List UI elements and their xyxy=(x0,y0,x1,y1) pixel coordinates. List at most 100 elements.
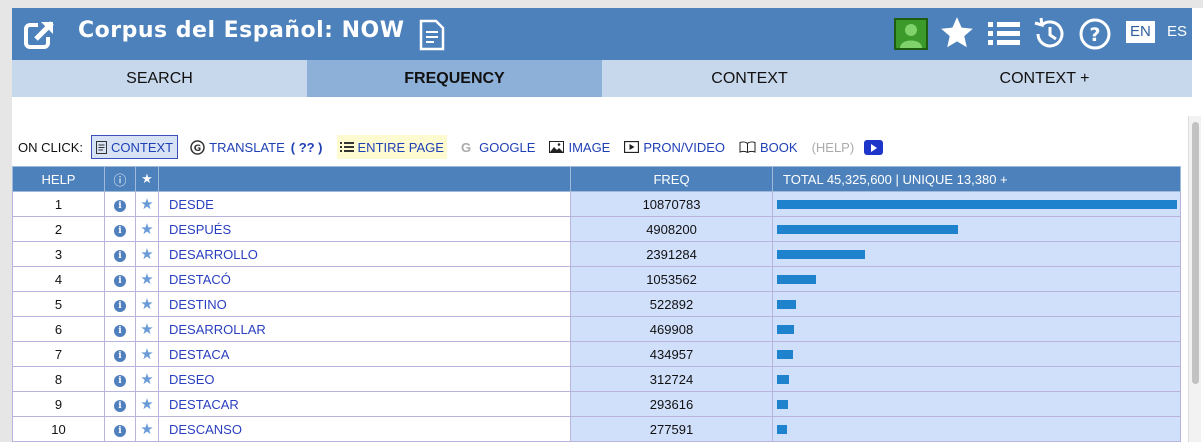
star-icon[interactable]: ★ xyxy=(140,371,153,388)
row-info-cell[interactable]: i xyxy=(104,216,136,242)
row-word-link[interactable]: DESDE xyxy=(158,191,571,217)
info-icon[interactable]: i xyxy=(114,275,126,287)
row-word-link[interactable]: DESARROLLO xyxy=(158,241,571,267)
row-star-cell[interactable]: ★ xyxy=(135,316,159,342)
row-star-cell[interactable]: ★ xyxy=(135,391,159,417)
row-star-cell[interactable]: ★ xyxy=(135,216,159,242)
info-icon[interactable]: i xyxy=(114,375,126,387)
external-link-icon[interactable] xyxy=(24,19,56,51)
row-freq-bar-cell xyxy=(772,316,1181,342)
freq-bar xyxy=(777,374,789,384)
row-word-link[interactable]: DESTACA xyxy=(158,341,571,367)
header-word xyxy=(158,166,571,192)
row-word-link[interactable]: DESCANSO xyxy=(158,416,571,442)
row-freq: 2391284 xyxy=(570,241,773,267)
info-icon[interactable]: i xyxy=(114,200,126,212)
row-info-cell[interactable]: i xyxy=(104,291,136,317)
help-icon[interactable]: ? xyxy=(1078,17,1112,51)
freq-bar xyxy=(777,199,1177,209)
on-click-image-option[interactable]: IMAGE xyxy=(549,135,610,159)
row-star-cell[interactable]: ★ xyxy=(135,416,159,442)
on-click-google-option[interactable]: G GOOGLE xyxy=(461,135,535,159)
header-help[interactable]: HELP xyxy=(12,166,105,192)
freq-bar xyxy=(777,399,788,409)
row-star-cell[interactable]: ★ xyxy=(135,241,159,267)
window-left-edge xyxy=(0,0,12,442)
header-info-icon[interactable]: ⓘ xyxy=(104,166,136,192)
info-icon[interactable]: i xyxy=(114,250,126,262)
star-icon[interactable]: ★ xyxy=(140,346,153,363)
info-icon[interactable]: i xyxy=(114,400,126,412)
on-click-translate-option[interactable]: G TRANSLATE ( ?? ) xyxy=(190,135,323,159)
header-total-unique[interactable]: TOTAL 45,325,600 | UNIQUE 13,380 + xyxy=(772,166,1181,192)
row-number: 9 xyxy=(12,391,105,417)
tab-context[interactable]: CONTEXT xyxy=(602,60,897,97)
row-star-cell[interactable]: ★ xyxy=(135,366,159,392)
row-freq-bar-cell xyxy=(772,291,1181,317)
info-icon[interactable]: i xyxy=(114,425,126,437)
table-row: 4 i ★ DESTACÓ 1053562 xyxy=(12,266,1181,292)
row-info-cell[interactable]: i xyxy=(104,341,136,367)
info-icon[interactable]: i xyxy=(114,350,126,362)
row-info-cell[interactable]: i xyxy=(104,391,136,417)
row-star-cell[interactable]: ★ xyxy=(135,266,159,292)
row-freq-bar-cell xyxy=(772,266,1181,292)
star-icon[interactable]: ★ xyxy=(140,271,153,288)
info-icon[interactable]: i xyxy=(114,325,126,337)
info-icon[interactable]: i xyxy=(114,225,126,237)
translate-language-link[interactable]: ( ?? ) xyxy=(291,140,323,155)
language-en-button[interactable]: EN xyxy=(1126,21,1155,43)
row-freq: 1053562 xyxy=(570,266,773,292)
info-icon[interactable]: i xyxy=(114,300,126,312)
on-click-help-link[interactable]: (HELP) xyxy=(812,140,855,155)
list-icon[interactable] xyxy=(988,20,1020,48)
tab-context-plus[interactable]: CONTEXT + xyxy=(897,60,1192,97)
star-icon[interactable]: ★ xyxy=(140,246,153,263)
row-word-link[interactable]: DESTACÓ xyxy=(158,266,571,292)
row-info-cell[interactable]: i xyxy=(104,266,136,292)
on-click-book-option[interactable]: BOOK xyxy=(739,135,798,159)
row-info-cell[interactable]: i xyxy=(104,191,136,217)
star-icon[interactable]: ★ xyxy=(140,196,153,213)
row-star-cell[interactable]: ★ xyxy=(135,191,159,217)
video-play-icon[interactable] xyxy=(864,139,884,155)
row-word-link[interactable]: DESTINO xyxy=(158,291,571,317)
on-click-context-option[interactable]: CONTEXT xyxy=(91,135,179,159)
row-freq: 434957 xyxy=(570,341,773,367)
table-row: 2 i ★ DESPUÉS 4908200 xyxy=(12,216,1181,242)
row-info-cell[interactable]: i xyxy=(104,241,136,267)
row-info-cell[interactable]: i xyxy=(104,316,136,342)
row-star-cell[interactable]: ★ xyxy=(135,341,159,367)
video-icon xyxy=(624,141,640,153)
row-word-link[interactable]: DESARROLLAR xyxy=(158,316,571,342)
row-word-link[interactable]: DESTACAR xyxy=(158,391,571,417)
row-info-cell[interactable]: i xyxy=(104,416,136,442)
row-info-cell[interactable]: i xyxy=(104,366,136,392)
freq-bar xyxy=(777,324,795,334)
header-freq: FREQ xyxy=(570,166,773,192)
row-word-link[interactable]: DESPUÉS xyxy=(158,216,571,242)
language-es-button[interactable]: ES xyxy=(1167,21,1187,43)
user-icon[interactable] xyxy=(894,18,928,50)
table-row: 10 i ★ DESCANSO 277591 xyxy=(12,416,1181,442)
vertical-scrollbar[interactable] xyxy=(1188,116,1201,442)
document-icon xyxy=(96,140,108,154)
star-icon[interactable]: ★ xyxy=(140,296,153,313)
on-click-pron-video-option[interactable]: PRON/VIDEO xyxy=(624,135,725,159)
row-star-cell[interactable]: ★ xyxy=(135,291,159,317)
history-icon[interactable] xyxy=(1032,17,1066,51)
star-icon[interactable]: ★ xyxy=(140,421,153,438)
tab-search[interactable]: SEARCH xyxy=(12,60,307,97)
star-icon[interactable]: ★ xyxy=(140,221,153,238)
star-icon[interactable]: ★ xyxy=(140,396,153,413)
scrollbar-thumb[interactable] xyxy=(1192,122,1199,384)
header-star-icon[interactable]: ★ xyxy=(135,166,159,192)
row-number: 6 xyxy=(12,316,105,342)
star-icon[interactable] xyxy=(938,14,976,52)
document-icon[interactable] xyxy=(419,19,445,51)
on-click-context-label: CONTEXT xyxy=(111,139,174,155)
tab-frequency[interactable]: FREQUENCY xyxy=(307,60,602,97)
star-icon[interactable]: ★ xyxy=(140,321,153,338)
on-click-entire-page-option[interactable]: ENTIRE PAGE xyxy=(336,135,447,159)
row-word-link[interactable]: DESEO xyxy=(158,366,571,392)
